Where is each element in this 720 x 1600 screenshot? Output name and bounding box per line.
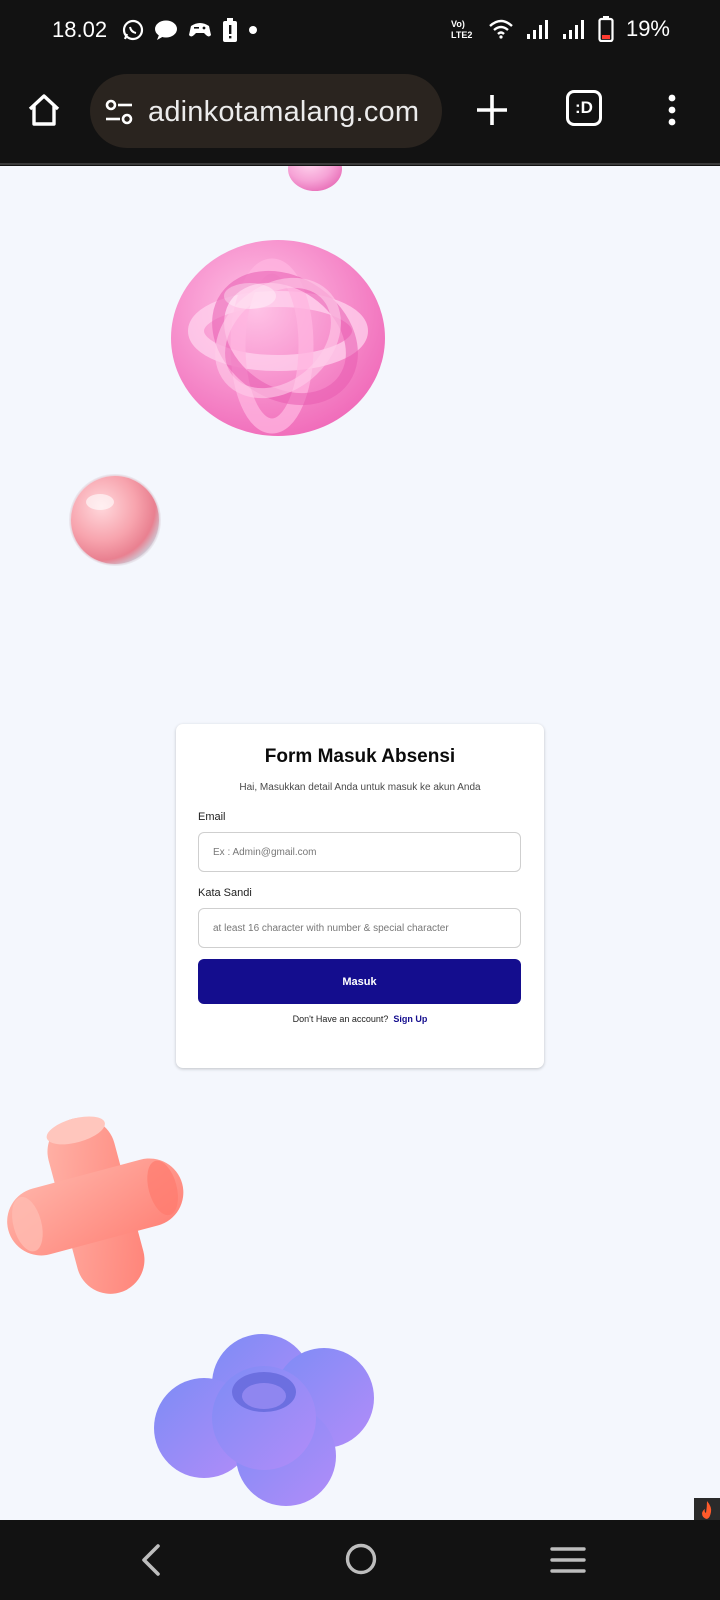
- new-tab-icon[interactable]: [474, 92, 510, 128]
- home-icon[interactable]: [344, 1542, 378, 1576]
- battery-icon: [598, 16, 614, 42]
- url-text[interactable]: adinkotamalang.com: [148, 96, 419, 129]
- password-label: Kata Sandi: [198, 887, 252, 899]
- web-page: Form Masuk Absensi Hai, Masukkan detail …: [0, 166, 720, 1520]
- pink-blob-decoration: [288, 166, 342, 191]
- signup-prompt: Don't Have an account?: [292, 1014, 389, 1024]
- email-field[interactable]: [198, 832, 521, 872]
- email-label: Email: [198, 811, 226, 823]
- form-subtitle: Hai, Masukkan detail Anda untuk masuk ke…: [239, 782, 481, 793]
- floating-badge[interactable]: [694, 1498, 720, 1520]
- form-title: Form Masuk Absensi: [264, 746, 456, 767]
- signal-icon: [526, 20, 548, 39]
- browser-toolbar: adinkotamalang.com :D: [0, 62, 720, 165]
- signal-icon: [562, 20, 584, 39]
- wifi-icon: [489, 19, 513, 39]
- signup-row: Don't Have an account? Sign Up: [176, 1014, 544, 1024]
- site-settings-icon[interactable]: [104, 97, 134, 127]
- address-bar[interactable]: adinkotamalang.com: [90, 74, 442, 148]
- pink-bubble-decoration: [69, 474, 161, 566]
- navigation-bar: [0, 1520, 720, 1600]
- tab-switcher-button[interactable]: :D: [566, 90, 602, 126]
- purple-flower-decoration: [154, 1334, 374, 1506]
- back-icon[interactable]: [140, 1542, 164, 1578]
- status-bar: 18.02 Vo) LTE2 19%: [0, 0, 720, 62]
- message-icon: [155, 20, 177, 40]
- more-options-icon[interactable]: [667, 94, 677, 126]
- svg-text:Vo): Vo): [451, 19, 465, 29]
- notification-icons: [122, 18, 258, 42]
- battery-alert-icon: [223, 18, 237, 42]
- home-icon[interactable]: [26, 92, 62, 128]
- flame-icon: [702, 1501, 712, 1519]
- status-icons: Vo) LTE2 19%: [450, 16, 670, 42]
- whatsapp-icon: [122, 19, 144, 41]
- login-card: Form Masuk Absensi Hai, Masukkan detail …: [176, 724, 544, 1068]
- status-time: 18.02: [52, 17, 108, 42]
- dot-icon: [249, 26, 257, 34]
- submit-button[interactable]: Masuk: [198, 959, 521, 1004]
- recents-icon[interactable]: [550, 1546, 586, 1574]
- password-field[interactable]: [198, 908, 521, 948]
- volte-icon: Vo)LTE2: [451, 19, 472, 40]
- game-controller-icon: [189, 23, 211, 37]
- battery-percentage: 19%: [625, 16, 670, 41]
- pink-knot-decoration: [171, 240, 385, 436]
- svg-text:LTE2: LTE2: [451, 30, 472, 40]
- signup-link[interactable]: Sign Up: [393, 1014, 427, 1024]
- coral-cross-decoration: [7, 1116, 184, 1294]
